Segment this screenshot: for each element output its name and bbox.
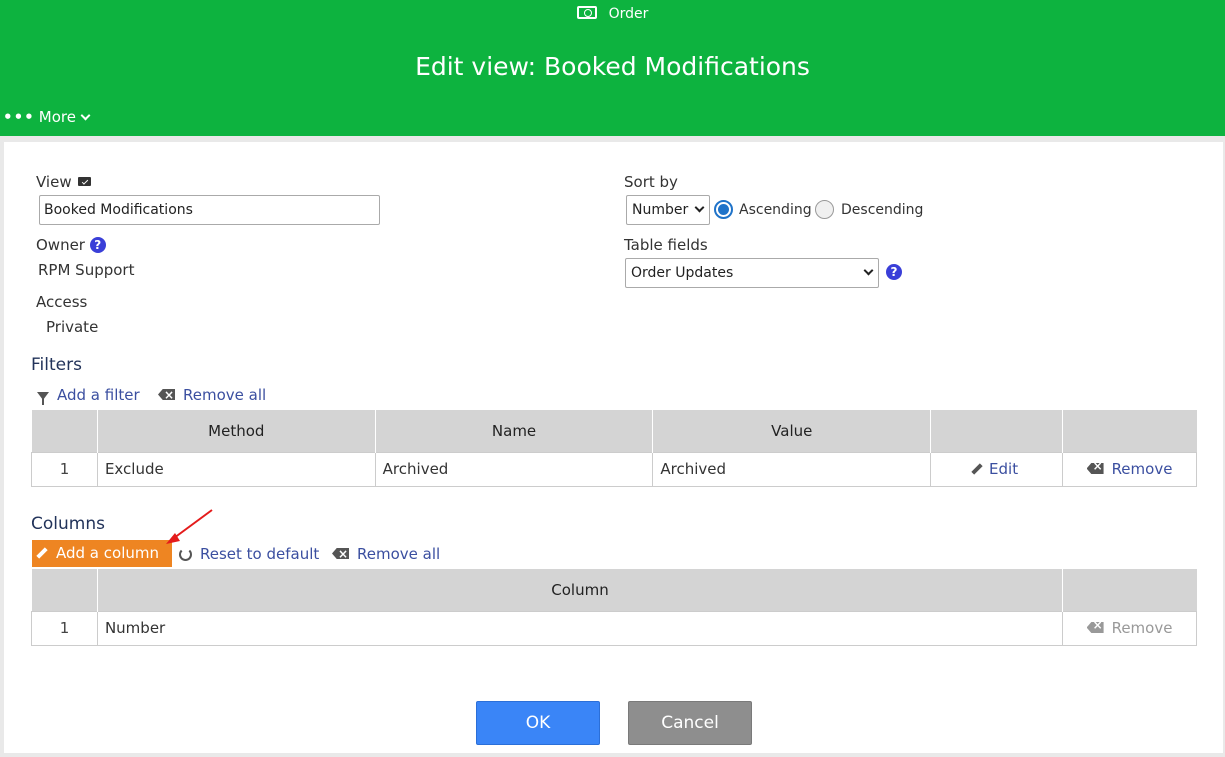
column-header-method: Method [97, 410, 376, 452]
columns-table: Column 1 Number Remove [31, 569, 1197, 646]
owner-label-row: Owner ? [36, 236, 106, 254]
app-header: Order Edit view: Booked Modifications ••… [0, 0, 1225, 136]
owner-label: Owner [36, 236, 85, 254]
page-title: Edit view: Booked Modifications [415, 52, 810, 81]
column-header [31, 569, 98, 611]
view-label: View [36, 173, 72, 191]
help-icon[interactable]: ? [886, 264, 902, 280]
erase-icon [158, 389, 175, 400]
column-header-name: Name [375, 410, 654, 452]
remove-all-columns-label: Remove all [357, 545, 441, 563]
table-row: 1 Exclude Archived Archived Edit Remove [31, 451, 1197, 487]
remove-filter-button[interactable]: Remove [1086, 460, 1173, 478]
edit-label: Edit [989, 460, 1019, 478]
table-fields-select[interactable]: Order Updates [625, 258, 879, 288]
edit-icon [77, 177, 91, 186]
sort-field-select[interactable]: Number [626, 195, 710, 225]
ok-button[interactable]: OK [476, 701, 600, 745]
column-header-column: Column [97, 569, 1064, 611]
remove-all-filters-link[interactable]: Remove all [158, 385, 266, 405]
sort-by-label: Sort by [624, 173, 678, 191]
ellipsis-icon: ••• [3, 108, 35, 126]
more-label: More [38, 108, 76, 126]
table-header-row: Method Name Value [31, 410, 1197, 452]
table-header-row: Column [31, 569, 1197, 611]
column-name: Number [96, 610, 1064, 646]
chevron-down-icon [863, 265, 874, 276]
reset-label: Reset to default [200, 545, 320, 563]
remove-label: Remove [1111, 619, 1173, 637]
help-icon[interactable]: ? [89, 237, 106, 253]
add-filter-link[interactable]: Add a filter [37, 385, 140, 405]
filter-icon [37, 392, 49, 405]
reset-to-default-link[interactable]: Reset to default [179, 544, 319, 564]
row-number: 1 [31, 610, 98, 646]
columns-title: Columns [31, 514, 105, 534]
table-fields-label: Table fields [624, 236, 708, 254]
add-column-label: Add a column [56, 544, 159, 562]
sort-field-value: Number [632, 202, 689, 218]
ascending-radio[interactable] [714, 200, 733, 219]
column-header [1062, 569, 1197, 611]
filters-title: Filters [31, 355, 82, 375]
column-header-value: Value [652, 410, 932, 452]
erase-icon [332, 548, 349, 559]
add-filter-label: Add a filter [57, 386, 140, 404]
descending-radio[interactable] [815, 200, 834, 219]
reset-icon [179, 548, 192, 561]
column-header [930, 410, 1064, 452]
owner-value: RPM Support [38, 261, 135, 279]
filters-table: Method Name Value 1 Exclude Archived Arc… [31, 410, 1197, 487]
filter-method: Exclude [96, 451, 376, 487]
edit-view-panel: View Owner ? RPM Support Access Private … [4, 142, 1223, 753]
view-name-input[interactable] [39, 195, 380, 225]
chevron-down-icon [694, 202, 705, 213]
pencil-icon [971, 463, 983, 475]
column-header [31, 410, 98, 452]
breadcrumb[interactable]: Order [0, 5, 1225, 23]
more-menu-button[interactable]: ••• More [3, 107, 91, 127]
money-icon [576, 6, 597, 19]
row-number: 1 [31, 451, 98, 487]
view-label-row: View [36, 173, 91, 191]
filter-name: Archived [374, 451, 654, 487]
remove-label: Remove [1111, 460, 1173, 478]
access-value: Private [46, 318, 99, 336]
pencil-icon [36, 547, 48, 559]
table-fields-value: Order Updates [631, 265, 734, 281]
add-column-button[interactable]: Add a column [32, 540, 172, 567]
table-row: 1 Number Remove [31, 610, 1197, 646]
ascending-label: Ascending [739, 202, 812, 218]
remove-all-filters-label: Remove all [183, 386, 267, 404]
erase-icon [1086, 463, 1104, 474]
descending-label: Descending [841, 202, 924, 218]
chevron-down-icon [80, 110, 91, 121]
remove-column-button[interactable]: Remove [1086, 619, 1173, 637]
edit-filter-cell: Edit [930, 451, 1064, 487]
access-label: Access [36, 293, 88, 311]
remove-filter-cell: Remove [1062, 451, 1197, 487]
filter-value: Archived [652, 451, 932, 487]
cancel-button[interactable]: Cancel [628, 701, 752, 745]
erase-icon [1086, 622, 1104, 633]
breadcrumb-label: Order [608, 6, 649, 22]
column-header [1062, 410, 1197, 452]
edit-filter-button[interactable]: Edit [971, 460, 1019, 478]
remove-all-columns-link[interactable]: Remove all [332, 544, 440, 564]
remove-column-cell: Remove [1062, 610, 1197, 646]
